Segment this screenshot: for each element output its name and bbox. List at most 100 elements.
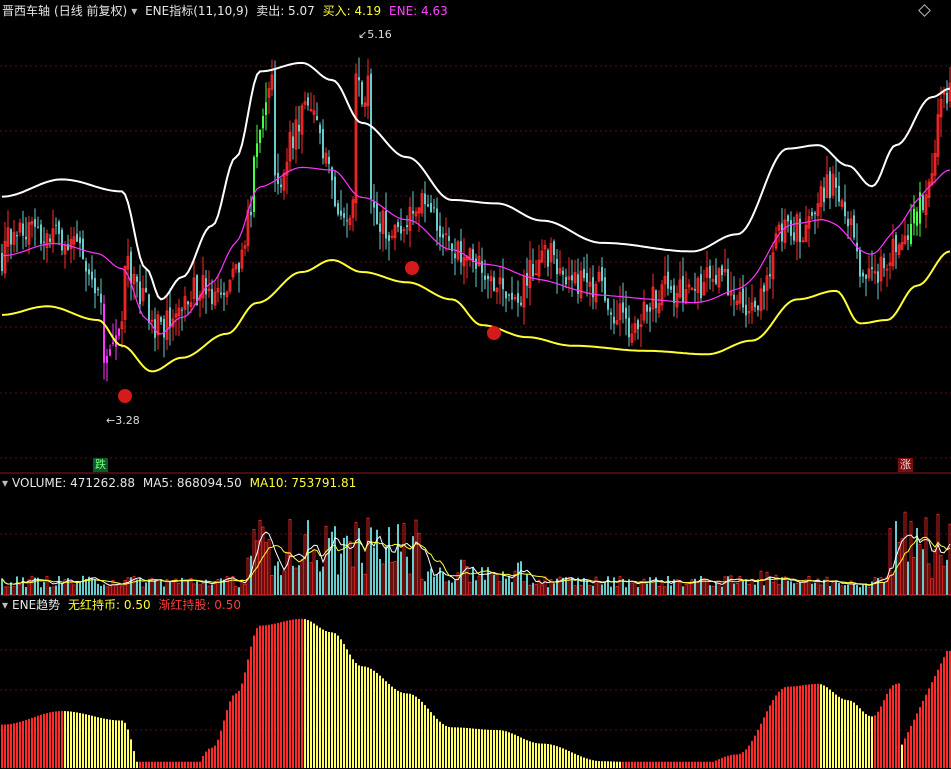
trend-bar bbox=[139, 761, 141, 768]
trend-bar bbox=[898, 683, 900, 768]
trend-bar bbox=[754, 735, 756, 768]
volume-bar bbox=[468, 581, 472, 596]
trend-bar bbox=[250, 646, 252, 768]
trend-bar bbox=[643, 761, 645, 768]
candle-body bbox=[607, 298, 609, 310]
dropdown-icon[interactable]: ▾ bbox=[131, 4, 137, 18]
trend-bar bbox=[712, 761, 714, 768]
period-label[interactable]: (日线 前复权) bbox=[54, 4, 127, 18]
trend-bar bbox=[784, 687, 786, 768]
trend-bar bbox=[433, 715, 435, 768]
trend-bar bbox=[142, 761, 144, 768]
trend-bar bbox=[196, 761, 198, 768]
volume-bar bbox=[705, 580, 709, 596]
candle-body bbox=[622, 302, 624, 313]
volume-bar bbox=[82, 575, 84, 595]
trend-bar bbox=[169, 761, 171, 768]
volume-bar bbox=[388, 527, 390, 595]
candlestick-chart[interactable] bbox=[0, 0, 951, 769]
trend-bar bbox=[598, 761, 600, 768]
trend-bar bbox=[334, 633, 336, 768]
candle-body bbox=[256, 143, 258, 157]
candle-body bbox=[742, 288, 744, 308]
volume-bar bbox=[814, 582, 816, 595]
trend-bar bbox=[523, 738, 525, 768]
candle-body bbox=[565, 277, 567, 285]
candle-body bbox=[76, 233, 78, 242]
volume-bar bbox=[406, 556, 408, 595]
trend-bar bbox=[55, 711, 57, 768]
volume-bar bbox=[696, 582, 700, 596]
volume-bar bbox=[573, 585, 577, 596]
dropdown-icon[interactable]: ▾ bbox=[2, 598, 8, 612]
candle-body bbox=[838, 185, 840, 202]
trend-bar bbox=[70, 711, 72, 768]
volume-bar bbox=[444, 581, 448, 596]
ene-value: ENE: 4.63 bbox=[389, 4, 448, 18]
volume-bar bbox=[424, 581, 426, 595]
volume-bar bbox=[873, 577, 877, 596]
trend-bar bbox=[265, 625, 267, 768]
volume-bar bbox=[154, 580, 156, 595]
volume-bar bbox=[511, 582, 513, 595]
candle-body bbox=[610, 312, 612, 315]
volume-bar bbox=[309, 562, 313, 596]
trend-bar bbox=[343, 644, 345, 768]
candle-body bbox=[343, 213, 345, 218]
volume-bar bbox=[709, 585, 711, 595]
trend-bar bbox=[229, 701, 231, 768]
volume-bar bbox=[130, 577, 132, 595]
down-marker[interactable]: 跌 bbox=[93, 458, 108, 472]
volume-bar bbox=[625, 587, 627, 595]
indicator-name[interactable]: ENE指标(11,10,9) bbox=[145, 4, 248, 18]
trend-bar bbox=[226, 710, 228, 768]
trend-bar bbox=[880, 706, 882, 768]
candle-body bbox=[112, 342, 114, 345]
volume-bar bbox=[790, 581, 792, 595]
volume-bar bbox=[198, 584, 202, 596]
trend-bar bbox=[922, 700, 924, 768]
trend-bar bbox=[451, 727, 453, 768]
trend-bar bbox=[448, 726, 450, 768]
volume-bar bbox=[933, 548, 937, 596]
trend-bar bbox=[664, 761, 666, 768]
candle-body bbox=[58, 221, 60, 234]
volume-bar bbox=[777, 584, 781, 596]
trend-bar bbox=[418, 699, 420, 768]
candle-body bbox=[292, 136, 294, 149]
trend-bar bbox=[649, 761, 651, 768]
trend-bar bbox=[157, 761, 159, 768]
trend-bar bbox=[61, 711, 63, 768]
candle-body bbox=[139, 281, 141, 305]
volume-bar bbox=[540, 584, 544, 596]
candle-body bbox=[106, 356, 108, 364]
trend-bar bbox=[310, 621, 312, 768]
trend-bar bbox=[904, 738, 906, 768]
candle-body bbox=[412, 210, 414, 214]
volume-bar bbox=[819, 584, 823, 596]
volume-bar bbox=[610, 586, 612, 595]
volume-bar bbox=[859, 587, 861, 595]
trend-bar bbox=[292, 619, 294, 768]
trend-bar bbox=[763, 717, 765, 768]
candle-body bbox=[361, 81, 363, 105]
trend-bar bbox=[886, 693, 888, 768]
trend-bar bbox=[283, 621, 285, 768]
up-marker[interactable]: 涨 bbox=[898, 458, 913, 472]
trend-bar bbox=[688, 761, 690, 768]
volume-bar bbox=[918, 544, 922, 596]
trend-bar bbox=[937, 669, 939, 768]
candle-body bbox=[787, 215, 789, 222]
volume-bar bbox=[657, 586, 661, 596]
trend-bar bbox=[940, 663, 942, 768]
dropdown-icon[interactable]: ▾ bbox=[2, 476, 8, 490]
stock-name[interactable]: 晋西车轴 bbox=[2, 4, 50, 18]
trend-bar bbox=[337, 635, 339, 768]
trend-bar bbox=[592, 760, 594, 768]
trend-bar bbox=[349, 654, 351, 768]
candle-body bbox=[370, 73, 372, 199]
volume-bar bbox=[745, 579, 747, 595]
trend-bar bbox=[172, 761, 174, 768]
trend-bar bbox=[91, 715, 93, 768]
volume-bar bbox=[849, 580, 853, 596]
